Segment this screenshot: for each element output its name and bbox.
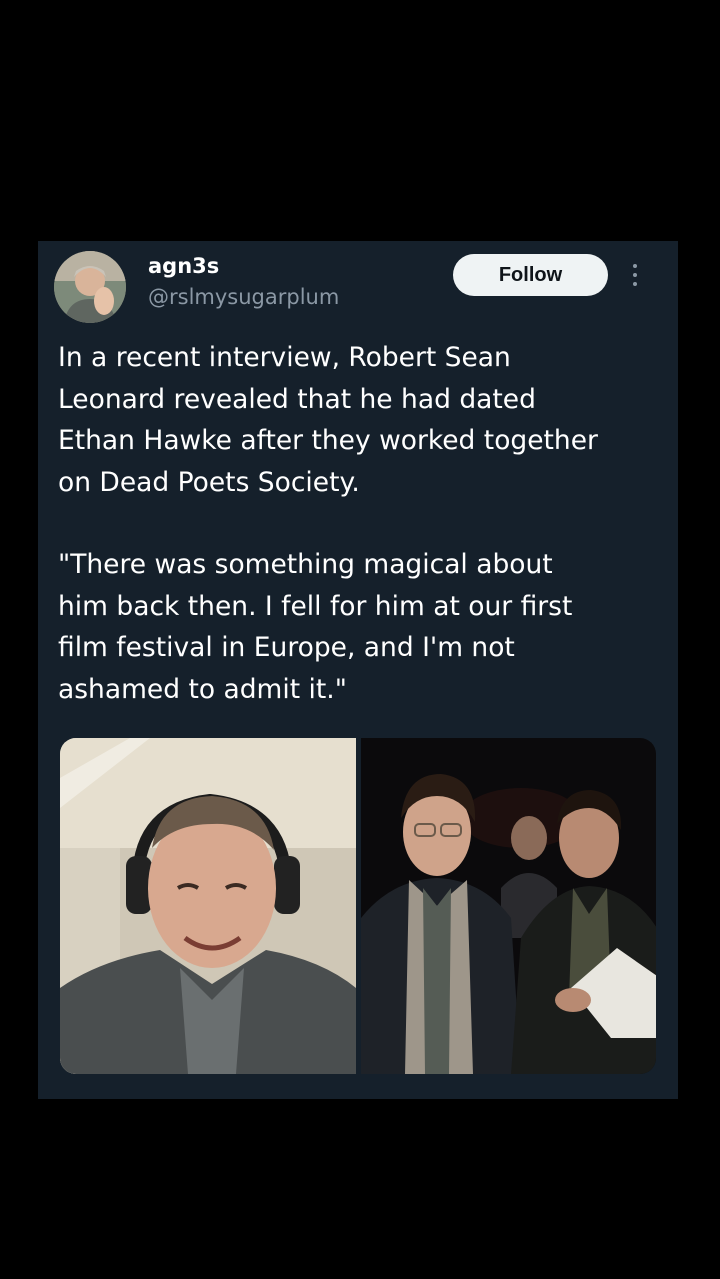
dot xyxy=(633,273,637,277)
post-paragraph: In a recent interview, Robert Sean Leona… xyxy=(58,342,598,498)
dot xyxy=(633,264,637,268)
more-options-icon[interactable] xyxy=(623,257,647,293)
photo-image xyxy=(60,738,356,1074)
media-photo-left[interactable] xyxy=(60,738,356,1074)
author-avatar[interactable] xyxy=(54,251,126,323)
post-text: In a recent interview, Robert Sean Leona… xyxy=(58,337,658,710)
author-display-name[interactable]: agn3s xyxy=(148,253,219,279)
photo-image xyxy=(360,738,656,1074)
media-photo-right[interactable] xyxy=(360,738,656,1074)
follow-button[interactable]: Follow xyxy=(453,254,608,296)
author-handle[interactable]: @rslmysugarplum xyxy=(148,284,339,310)
post-paragraph: "There was something magical about him b… xyxy=(58,549,573,705)
post-card: agn3s @rslmysugarplum Follow In a recent… xyxy=(38,241,678,1099)
dot xyxy=(633,282,637,286)
avatar-image xyxy=(54,251,126,323)
media-grid xyxy=(60,738,656,1074)
